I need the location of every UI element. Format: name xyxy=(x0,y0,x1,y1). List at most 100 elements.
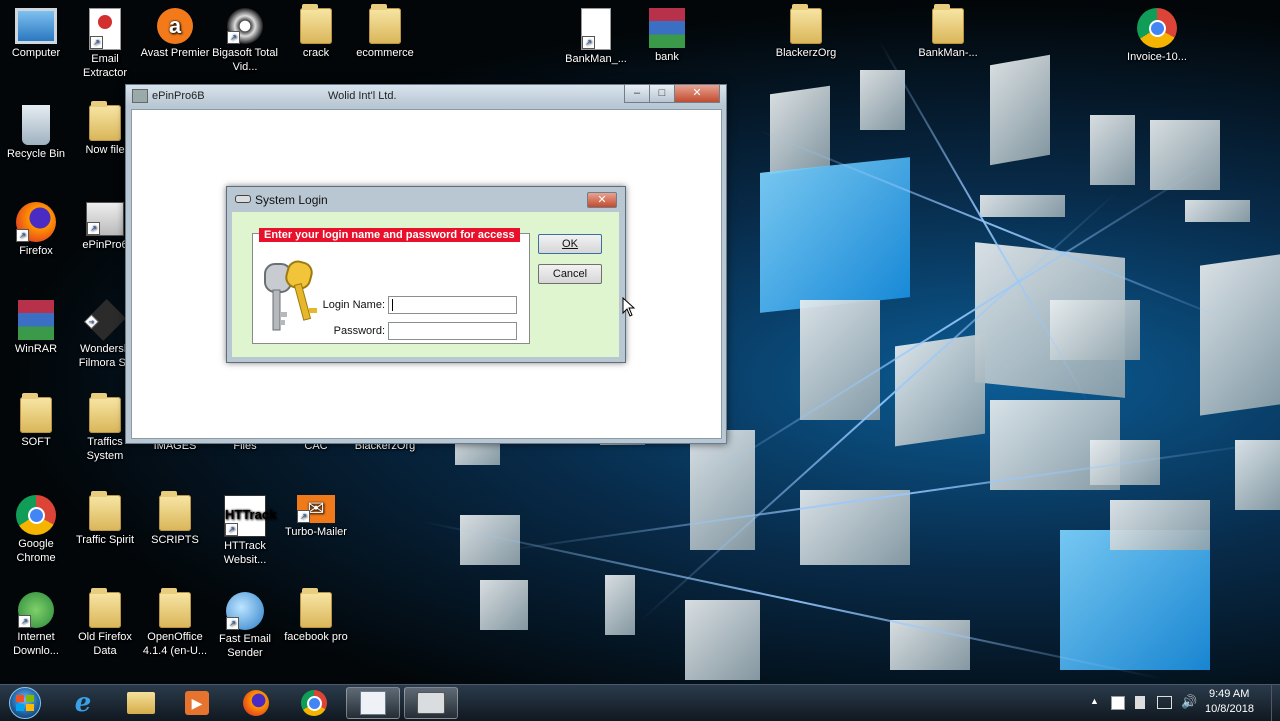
keys-icon xyxy=(264,260,317,331)
desktop-icon[interactable]: OpenOffice 4.1.4 (en-U... xyxy=(139,588,211,658)
desktop-icon[interactable]: ↗ Bigasoft Total Vid... xyxy=(209,8,281,74)
desktop-icon-label: Recycle Bin xyxy=(6,148,66,160)
shortcut-arrow-icon: ↗ xyxy=(226,617,239,630)
desktop-icon[interactable]: ↗ Firefox xyxy=(0,202,72,258)
login-name-field[interactable] xyxy=(388,296,517,314)
avast-icon: a xyxy=(157,8,193,44)
clock-time[interactable]: 9:49 AM xyxy=(1209,688,1249,700)
text-cursor xyxy=(392,299,393,311)
taskbar-internet-explorer[interactable]: e xyxy=(56,687,110,719)
maximize-button[interactable]: □ xyxy=(649,85,675,103)
mouse-pointer-icon xyxy=(622,297,636,317)
winrar-icon xyxy=(649,8,685,48)
taskbar-epinpro-login[interactable] xyxy=(404,687,458,719)
wallpaper-tile xyxy=(690,430,755,550)
desktop-icon-label: SOFT xyxy=(21,436,51,448)
desktop-icon[interactable]: Google Chrome xyxy=(0,495,72,565)
shortcut-arrow-icon: ↗ xyxy=(18,615,31,628)
taskbar-epinpro-app[interactable] xyxy=(346,687,400,719)
folder-icon xyxy=(89,588,121,628)
desktop-icon[interactable]: a Avast Premier xyxy=(139,8,211,60)
wallpaper-tile xyxy=(685,600,760,680)
chrome-icon xyxy=(1137,8,1177,48)
light-beam xyxy=(419,520,1164,680)
device-icon[interactable] xyxy=(1135,696,1145,709)
desktop-icon[interactable]: ↗ Internet Downlo... xyxy=(0,592,72,658)
desktop-icon[interactable]: SCRIPTS xyxy=(139,491,211,547)
desktop-icon-label: Traffic Spirit xyxy=(75,534,135,546)
shortcut-arrow-icon: ↗ xyxy=(90,36,103,49)
desktop-icon[interactable]: Recycle Bin xyxy=(0,105,72,161)
wallpaper-tile xyxy=(1200,254,1280,416)
network-icon[interactable] xyxy=(1157,696,1172,709)
close-button[interactable]: ✕ xyxy=(674,85,720,103)
show-desktop-button[interactable] xyxy=(1271,685,1280,721)
desktop-icon[interactable]: ecommerce xyxy=(349,4,421,60)
desktop-icon-label: BlackerzOrg xyxy=(775,47,837,59)
idm-icon: ↗ xyxy=(18,592,54,628)
password-field[interactable] xyxy=(388,322,517,340)
desktop-icon[interactable]: HTTrack ↗ HTTrack Websit... xyxy=(209,495,281,567)
desktop-icon[interactable]: Old Firefox Data xyxy=(69,588,141,658)
show-hidden-icons-button[interactable]: ▲ xyxy=(1090,696,1099,706)
start-button[interactable] xyxy=(0,687,50,719)
computer-icon xyxy=(15,8,57,44)
desktop-icon-label: Email Extractor xyxy=(82,53,127,79)
login-dialog-close-button[interactable]: ✕ xyxy=(587,192,617,208)
minimize-button[interactable]: – xyxy=(624,85,650,103)
httrack-icon: HTTrack ↗ xyxy=(224,495,276,537)
shortcut-arrow-icon: ↗ xyxy=(227,31,240,44)
wallpaper-tile xyxy=(1185,200,1250,222)
clock-date[interactable]: 10/8/2018 xyxy=(1205,703,1254,715)
taskbar-firefox[interactable] xyxy=(229,687,283,719)
shortcut-arrow-icon: ↗ xyxy=(297,510,310,523)
app-window-titlebar[interactable]: ePinPro6B Wolid Int'l Ltd. – □ ✕ xyxy=(126,85,726,107)
desktop-icon-label: BankMan_... xyxy=(565,53,627,65)
filmora-icon: ↗ xyxy=(84,299,126,341)
wallpaper-tile xyxy=(800,300,880,420)
wallpaper-tile xyxy=(1050,300,1140,360)
login-instructions-banner: Enter your login name and password for a… xyxy=(259,228,520,242)
desktop-icon[interactable]: WinRAR xyxy=(0,300,72,356)
desktop-icon[interactable]: ✉ ↗ Turbo-Mailer xyxy=(280,495,352,539)
taskbar-chrome[interactable] xyxy=(287,687,341,719)
shortcut-arrow-icon: ↗ xyxy=(84,314,99,330)
wallpaper-tile xyxy=(480,580,528,630)
desktop-icon[interactable]: Computer xyxy=(0,8,72,60)
printer-icon: ↗ xyxy=(86,202,124,236)
volume-icon[interactable]: 🔊 xyxy=(1181,694,1197,710)
desktop-icon[interactable]: ↗ Email Extractor xyxy=(69,8,141,80)
winrar-icon xyxy=(18,300,54,340)
firefox-icon xyxy=(243,690,269,716)
login-dialog-titlebar[interactable]: System Login ✕ xyxy=(227,187,625,211)
desktop-icon[interactable]: facebook pro xyxy=(280,588,352,644)
desktop-icon[interactable]: crack xyxy=(280,4,352,60)
folder-icon xyxy=(89,491,121,531)
folder-icon xyxy=(369,4,401,44)
turbomail-icon: ✉ ↗ xyxy=(297,495,335,523)
taskbar-media-player[interactable]: ▶ xyxy=(170,687,224,719)
cancel-button[interactable]: Cancel xyxy=(538,264,602,284)
desktop-icon[interactable]: Traffic Spirit xyxy=(69,491,141,547)
desktop-icon-label: Turbo-Mailer xyxy=(285,526,347,538)
credentials-group: Enter your login name and password for a… xyxy=(252,228,530,344)
taskbar-file-explorer[interactable] xyxy=(114,687,168,719)
wallpaper-tile xyxy=(1235,440,1280,510)
wallpaper-tile xyxy=(1090,115,1135,185)
desktop-icon[interactable]: bank xyxy=(631,8,703,64)
desktop-icon[interactable]: ↗ BankMan_... xyxy=(560,8,632,66)
desktop-icon[interactable]: SOFT xyxy=(0,393,72,449)
desktop-icon[interactable]: Invoice-10... xyxy=(1121,8,1193,64)
action-center-icon[interactable] xyxy=(1111,696,1125,710)
login-name-label: Login Name: xyxy=(322,299,385,311)
desktop-icon[interactable]: BankMan-... xyxy=(912,4,984,60)
folder-icon xyxy=(127,692,155,714)
desktop-icon-label: Bigasoft Total Vid... xyxy=(212,47,278,73)
desktop-icon[interactable]: BlackerzOrg xyxy=(770,4,842,60)
wallpaper-tile xyxy=(770,85,830,175)
doc-icon: ↗ xyxy=(581,8,611,50)
ok-button[interactable]: OK xyxy=(538,234,602,254)
desktop-icon[interactable]: ↗ Fast Email Sender xyxy=(209,592,281,660)
folder-icon xyxy=(790,4,822,44)
wallpaper-tile xyxy=(1060,530,1210,670)
